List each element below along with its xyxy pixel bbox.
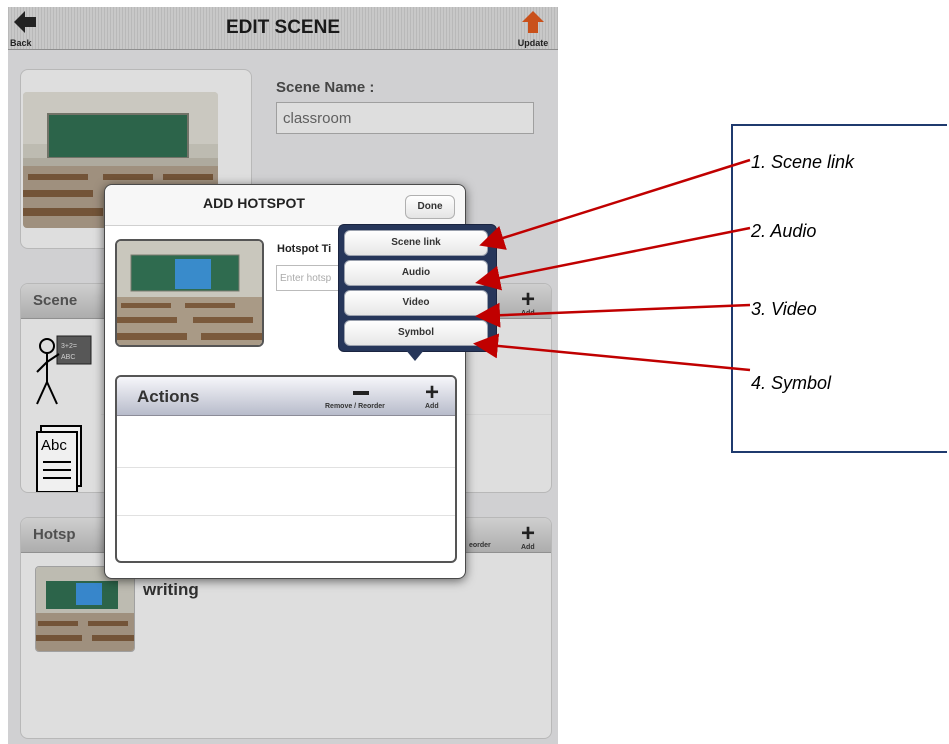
update-label: Update <box>517 38 549 48</box>
actions-add-label: Add <box>425 403 439 410</box>
back-label: Back <box>10 38 32 48</box>
symbol-option[interactable]: Symbol <box>344 320 488 346</box>
plus-icon: + <box>425 379 440 406</box>
hotspot-title-input[interactable]: Enter hotsp <box>276 265 340 291</box>
remove-reorder-button[interactable]: Remove / Reorder <box>325 379 405 413</box>
popover-pointer <box>405 349 425 361</box>
callout-label-audio: 2. Audio <box>751 221 817 241</box>
arrow-up-icon <box>522 11 544 33</box>
remove-reorder-label: Remove / Reorder <box>325 403 385 410</box>
actions-row-divider <box>117 467 455 468</box>
actions-header: Actions Remove / Reorder + Add <box>117 377 455 416</box>
hotspot-image[interactable] <box>115 239 264 347</box>
action-type-popover: Scene link Audio Video Symbol <box>338 224 497 352</box>
page-title: EDIT SCENE <box>225 17 341 38</box>
callout-label-video: 3. Video <box>751 299 817 319</box>
dialog-header: ADD HOTSPOT Done <box>105 185 465 226</box>
minus-icon <box>353 391 369 395</box>
actions-row-divider <box>117 515 455 516</box>
hotspot-title-label: Hotspot Ti <box>277 243 332 255</box>
done-button[interactable]: Done <box>405 195 455 219</box>
callout-label-scene-link: 1. Scene link <box>751 152 855 172</box>
actions-panel: Actions Remove / Reorder + Add <box>115 375 457 563</box>
navigation-bar: Back EDIT SCENE Update <box>8 7 558 50</box>
update-button[interactable]: Update <box>510 10 556 48</box>
video-option[interactable]: Video <box>344 290 488 316</box>
dialog-title: ADD HOTSPOT <box>203 195 305 211</box>
annotation-callout-box: 1. Scene link 2. Audio 3. Video 4. Symbo… <box>731 124 947 453</box>
scene-link-option[interactable]: Scene link <box>344 230 488 256</box>
callout-label-symbol: 4. Symbol <box>751 373 832 393</box>
audio-option[interactable]: Audio <box>344 260 488 286</box>
actions-title: Actions <box>137 387 200 406</box>
actions-add-button[interactable]: + Add <box>417 379 445 413</box>
